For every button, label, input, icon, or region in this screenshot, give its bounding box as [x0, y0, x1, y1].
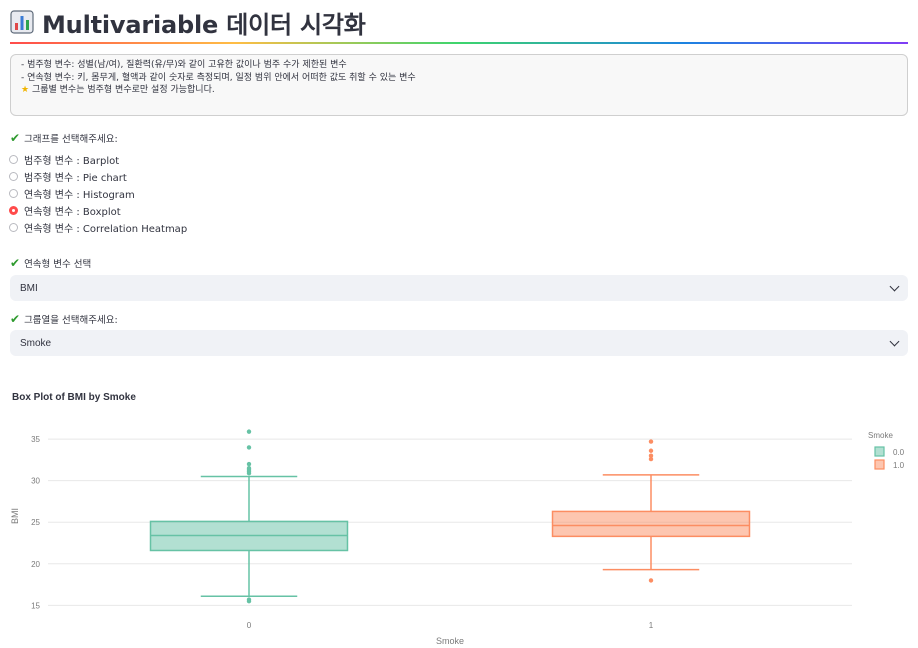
group-select[interactable]: Smoke [10, 330, 908, 356]
star-icon: ★ [21, 85, 30, 95]
group-select-label-text: 그룹열을 선택해주세요: [24, 315, 118, 326]
box-body [551, 510, 751, 538]
chevron-down-icon[interactable] [889, 336, 900, 347]
radio-option-histogram[interactable]: 연속형 변수 : Histogram [9, 185, 187, 202]
radio-circle[interactable] [9, 223, 18, 232]
header-divider [10, 42, 908, 44]
y-tick-label: 30 [31, 477, 40, 486]
info-line-note: ★ 그룹별 변수는 범주형 변수로만 설정 가능합니다. [21, 84, 897, 97]
page-title-row: Multivariable 데이터 시각화 [10, 6, 366, 39]
radio-label: 연속형 변수 : Correlation Heatmap [24, 224, 188, 235]
legend-swatch [874, 446, 885, 457]
graph-radio-group: 범주형 변수 : Barplot 범주형 변수 : Pie chart 연속형 … [9, 151, 187, 236]
radio-option-piechart[interactable]: 범주형 변수 : Pie chart [9, 168, 187, 185]
box-plot-chart: Box Plot of BMI by Smoke 15 20 25 30 35 0 1 Smok… [10, 392, 905, 646]
radio-label: 범주형 변수 : Barplot [24, 156, 120, 167]
y-tick-label: 15 [31, 601, 40, 610]
y-tick-label: 20 [31, 560, 40, 569]
outlier-point [246, 598, 252, 604]
x-tick-label: 1 [649, 621, 654, 630]
radio-label: 연속형 변수 : Boxplot [24, 207, 121, 218]
radio-circle-selected[interactable] [9, 206, 18, 215]
outlier-point [648, 448, 654, 453]
outlier-point [246, 461, 252, 467]
outlier-point [648, 456, 654, 462]
info-note-text: 그룹별 변수는 범주형 변수로만 설정 가능합니다. [31, 85, 215, 95]
check-icon: ✔ [10, 256, 21, 270]
y-tick-label: 35 [31, 435, 40, 444]
x-axis-label: Smoke [436, 636, 464, 646]
variable-select-label: ✔ 연속형 변수 선택 [10, 256, 91, 270]
outlier-point [246, 470, 252, 476]
radio-option-heatmap[interactable]: 연속형 변수 : Correlation Heatmap [9, 219, 187, 236]
outlier-point [648, 439, 654, 444]
chart-title: Box Plot of BMI by Smoke [12, 392, 136, 403]
radio-circle[interactable] [9, 189, 18, 198]
chevron-down-icon[interactable] [889, 281, 900, 292]
x-tick-label: 0 [247, 621, 252, 630]
group-select-value: Smoke [20, 337, 52, 349]
outlier-point [246, 445, 252, 450]
radio-label: 연속형 변수 : Histogram [24, 190, 135, 201]
legend-title: Smoke [868, 431, 893, 440]
page-title: Multivariable 데이터 시각화 [42, 10, 366, 39]
outlier-point [648, 578, 654, 583]
legend-swatch [874, 459, 885, 470]
info-line-continuous: - 연속형 변수: 키, 몸무게, 혈액과 같이 숫자로 측정되며, 일정 범위… [21, 72, 416, 83]
info-line-categorical: - 범주형 변수: 성별(남/여), 질환력(유/무)와 같이 고유한 값이나 … [21, 60, 347, 70]
radio-circle[interactable] [9, 172, 18, 181]
y-axis-label: BMI [10, 508, 20, 524]
graph-select-label-text: 그래프를 선택해주세요: [24, 134, 118, 145]
bar-chart-icon [10, 10, 34, 34]
radio-circle[interactable] [9, 155, 18, 164]
outlier-point [246, 429, 252, 434]
radio-option-barplot[interactable]: 범주형 변수 : Barplot [9, 151, 187, 168]
radio-option-boxplot[interactable]: 연속형 변수 : Boxplot [9, 202, 187, 219]
graph-select-label: ✔ 그래프를 선택해주세요: [10, 131, 118, 145]
legend-label: 1.0 [893, 461, 905, 470]
y-tick-label: 25 [31, 518, 40, 527]
group-select-label: ✔ 그룹열을 선택해주세요: [10, 312, 118, 326]
check-icon: ✔ [10, 312, 21, 326]
info-box: - 범주형 변수: 성별(남/여), 질환력(유/무)와 같이 고유한 값이나 … [10, 54, 908, 116]
variable-select-label-text: 연속형 변수 선택 [24, 259, 92, 270]
check-icon: ✔ [10, 131, 21, 145]
variable-select[interactable]: BMI [10, 275, 908, 301]
radio-label: 범주형 변수 : Pie chart [24, 173, 127, 184]
legend-label: 0.0 [893, 448, 905, 457]
variable-select-value: BMI [20, 282, 38, 294]
